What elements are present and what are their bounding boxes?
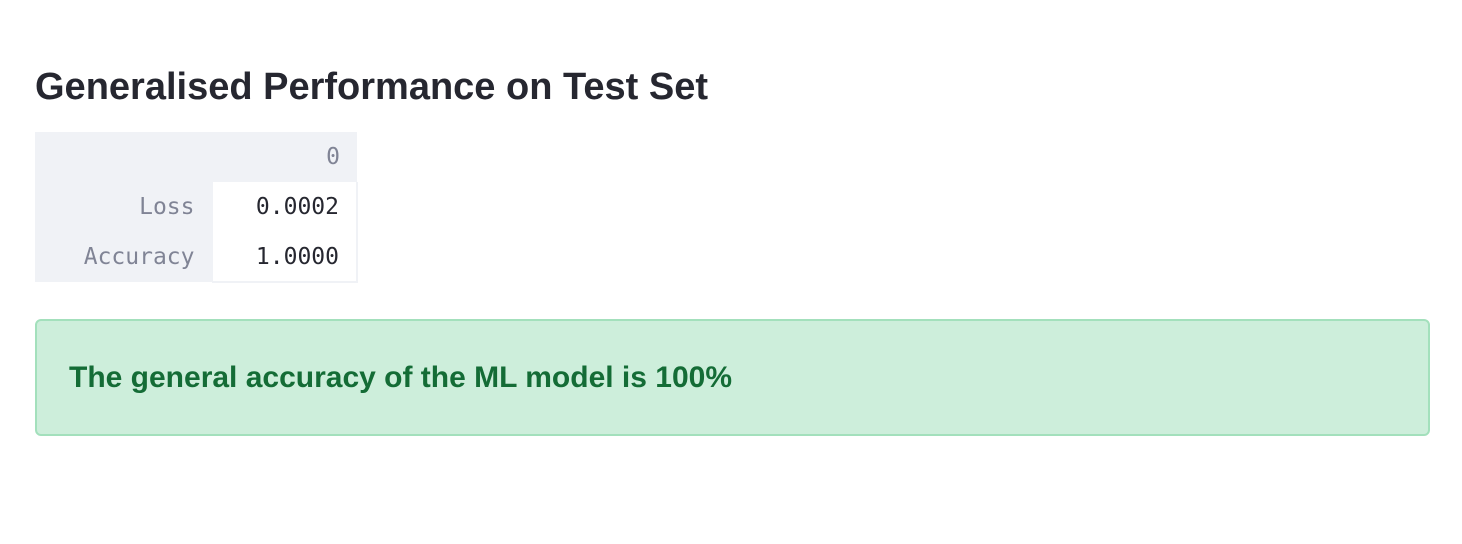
success-message: The general accuracy of the ML model is … [69,360,733,394]
table-row: Loss 0.0002 [35,182,358,232]
table-corner-cell [35,132,212,182]
table-header-row: 0 [35,132,357,182]
metrics-table: 0 Loss 0.0002 Accuracy 1.0000 [35,132,358,283]
success-alert: The general accuracy of the ML model is … [35,319,1430,436]
page-title: Generalised Performance on Test Set [35,66,708,108]
row-label-accuracy: Accuracy [35,232,212,282]
table-row: Accuracy 1.0000 [35,232,358,283]
loss-value-cell: 0.0002 [211,182,358,232]
row-label-loss: Loss [35,182,212,232]
accuracy-value-cell: 1.0000 [211,232,358,283]
column-header[interactable]: 0 [212,132,357,182]
